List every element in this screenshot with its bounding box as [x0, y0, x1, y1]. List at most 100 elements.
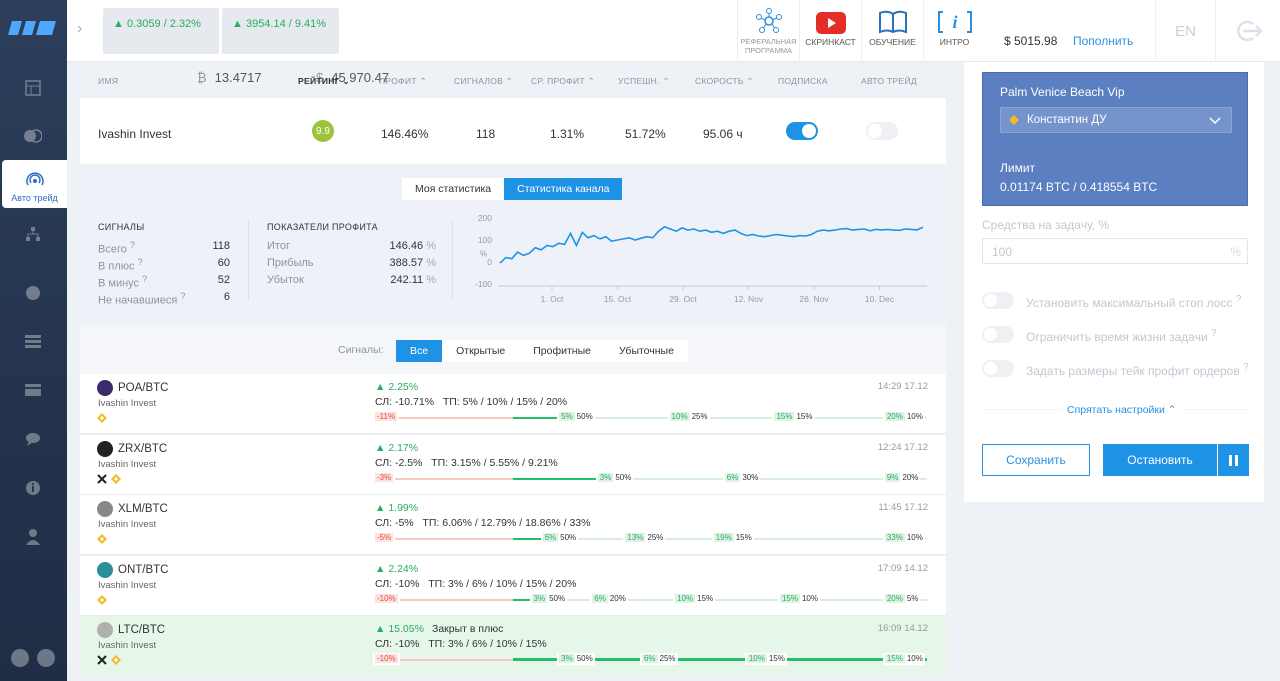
target-amount: 10% [906, 533, 923, 542]
signal-row[interactable]: ZRX/BTC Ivashin Invest ▲ 2.17% СЛ: -2.5% ТП… [80, 434, 946, 495]
stat-label-minus: В минус ? [98, 274, 148, 290]
logout-button[interactable] [1215, 0, 1280, 62]
table-row[interactable]: Ivashin Invest 9.9 146.46% 118 1.31% 51.… [80, 98, 946, 164]
signal-pair[interactable]: ZRX/BTC [118, 443, 167, 455]
user-icon[interactable] [23, 527, 43, 547]
account-select[interactable]: Константин ДУ [1000, 107, 1232, 133]
language-switch[interactable]: EN [1155, 0, 1215, 62]
stat-label: В минус [98, 277, 140, 290]
col-speed[interactable]: СКОРОСТЬ ⌃ [695, 76, 754, 87]
signal-author: Ivashin Invest [98, 398, 157, 409]
list-icon[interactable] [23, 331, 43, 351]
signal-change-value: 2.17% [388, 441, 419, 454]
signal-row[interactable]: XLM/BTC Ivashin Invest ▲ 1.99% СЛ: -5% ТП: … [80, 495, 946, 555]
profit-label: Итог [267, 240, 290, 252]
card-icon[interactable] [23, 380, 43, 400]
signal-pair[interactable]: POA/BTC [118, 382, 168, 394]
x-exchange-icon [97, 473, 107, 484]
intro-button[interactable]: i ИНТРО [923, 0, 985, 62]
profit-value: 242.11 [390, 274, 424, 286]
facebook-icon[interactable] [36, 648, 56, 668]
coins-icon[interactable] [23, 126, 43, 146]
target-marker: 5% 50% [557, 411, 595, 423]
stop-loss: СЛ: -5% [375, 517, 414, 529]
save-button[interactable]: Сохранить [982, 444, 1090, 476]
topup-link[interactable]: Пополнить [1073, 34, 1133, 48]
stop-loss: СЛ: -10.71% [375, 396, 435, 408]
target-pct: 10% [746, 654, 767, 663]
referral-program-button[interactable]: РЕФЕРАЛЬНАЯ ПРОГРАММА [737, 0, 799, 62]
hierarchy-icon[interactable] [23, 224, 43, 244]
info-icon: i [937, 11, 972, 33]
target-amount: 50% [576, 654, 593, 663]
profit-gain: 388.57 % [360, 257, 437, 269]
target-marker: 3% 50% [557, 653, 595, 665]
target-pct: 3% [531, 593, 548, 603]
ticker-btc[interactable]: ₿ 13.4717 ▲ 0.3059 / 2.32% [103, 8, 262, 85]
option-toggle[interactable] [982, 326, 1014, 343]
signal-icon [25, 172, 44, 186]
target-pct: 10% [669, 412, 690, 421]
arrow-up-icon: ▲ [375, 381, 386, 393]
target-pct: 20% [884, 412, 905, 421]
filter-losing[interactable]: Убыточные [604, 340, 688, 362]
signal-row[interactable]: POA/BTC Ivashin Invest ▲ 2.25% СЛ: -10.71% … [80, 374, 946, 434]
signal-filters: Сигналы: Все Открытые Профитные Убыточны… [80, 324, 946, 374]
col-signals[interactable]: СИГНАЛОВ ⌃ [454, 76, 513, 87]
target-marker: 33% 10% [882, 532, 925, 544]
stop-button[interactable]: Остановить [1103, 444, 1217, 476]
take-profit: ТП: 3.15% / 5.55% / 9.21% [431, 456, 558, 469]
tab-my-stats[interactable]: Моя статистика [402, 178, 505, 200]
globe-icon[interactable] [23, 283, 43, 303]
success-value: 51.72% [625, 127, 666, 141]
signals-title: СИГНАЛЫ [98, 222, 145, 232]
take-profit: ТП: 3% / 6% / 10% / 15% / 20% [428, 577, 577, 590]
channel-name[interactable]: Ivashin Invest [98, 127, 171, 141]
hide-settings-link[interactable]: Спрятать настройки ⌃ [1061, 404, 1183, 416]
signal-pair[interactable]: LTC/BTC [118, 624, 165, 636]
funds-input[interactable]: 100% [982, 238, 1248, 264]
col-avg-profit[interactable]: СР. ПРОФИТ ⌃ [531, 76, 595, 87]
stat-label: Не начавшиеся [98, 294, 178, 307]
sidebar-item-autotrade[interactable]: Авто трейд [2, 160, 67, 208]
signal-time: 14:29 17.12 [877, 381, 928, 392]
chat-icon[interactable] [23, 429, 43, 449]
subscription-toggle[interactable] [786, 122, 818, 140]
pause-button[interactable] [1217, 444, 1249, 476]
option-toggle[interactable] [982, 292, 1014, 309]
col-label: РЕЙТИНГ [298, 76, 340, 86]
chevron-right-icon[interactable]: › [77, 20, 82, 38]
tab-channel-stats[interactable]: Статистика канала [504, 178, 623, 200]
target-pct: 15% [779, 593, 800, 603]
target-amount: 30% [742, 472, 759, 482]
ticker-value: 13.4717 [214, 70, 262, 85]
telegram-icon[interactable] [10, 648, 30, 668]
screencast-button[interactable]: СКРИНКАСТ [799, 0, 861, 62]
signal-row[interactable]: ONT/BTC Ivashin Invest ▲ 2.24% СЛ: -10% ТП:… [80, 555, 946, 616]
education-button[interactable]: ОБУЧЕНИЕ [861, 0, 923, 62]
col-profit[interactable]: ПРОФИТ ⌃ [379, 76, 427, 87]
ticker-usd[interactable]: $45 970.47 ▲ 3954.14 / 9.41% [222, 8, 389, 85]
col-success[interactable]: УСПЕШН. ⌃ [618, 76, 670, 87]
exchange-icons [97, 655, 121, 665]
info-circle-icon[interactable] [23, 478, 43, 498]
filter-open[interactable]: Открытые [442, 340, 520, 362]
binance-icon [97, 534, 107, 544]
filter-all[interactable]: Все [396, 340, 443, 362]
dashboard-icon[interactable] [23, 78, 43, 98]
signal-status: Закрыт в плюс [432, 623, 504, 635]
unit: % [426, 257, 436, 269]
signal-row[interactable]: LTC/BTC Ivashin Invest ▲ 15.05% Закрыт в пл… [80, 616, 946, 676]
target-amount: 15% [697, 593, 714, 603]
filter-profitable[interactable]: Профитные [519, 340, 605, 362]
signal-change-value: 2.24% [388, 562, 419, 575]
col-rating[interactable]: РЕЙТИНГ ⌄ [298, 76, 350, 87]
stat-value: 118 [212, 240, 230, 252]
col-name[interactable]: ИМЯ [98, 76, 118, 86]
signal-pair[interactable]: XLM/BTC [118, 503, 168, 515]
autotrade-toggle[interactable] [866, 122, 898, 140]
signal-pair[interactable]: ONT/BTC [118, 564, 168, 576]
logo-icon[interactable] [8, 15, 58, 41]
option-toggle[interactable] [982, 360, 1014, 377]
profit-value: 146.46 [389, 240, 424, 252]
